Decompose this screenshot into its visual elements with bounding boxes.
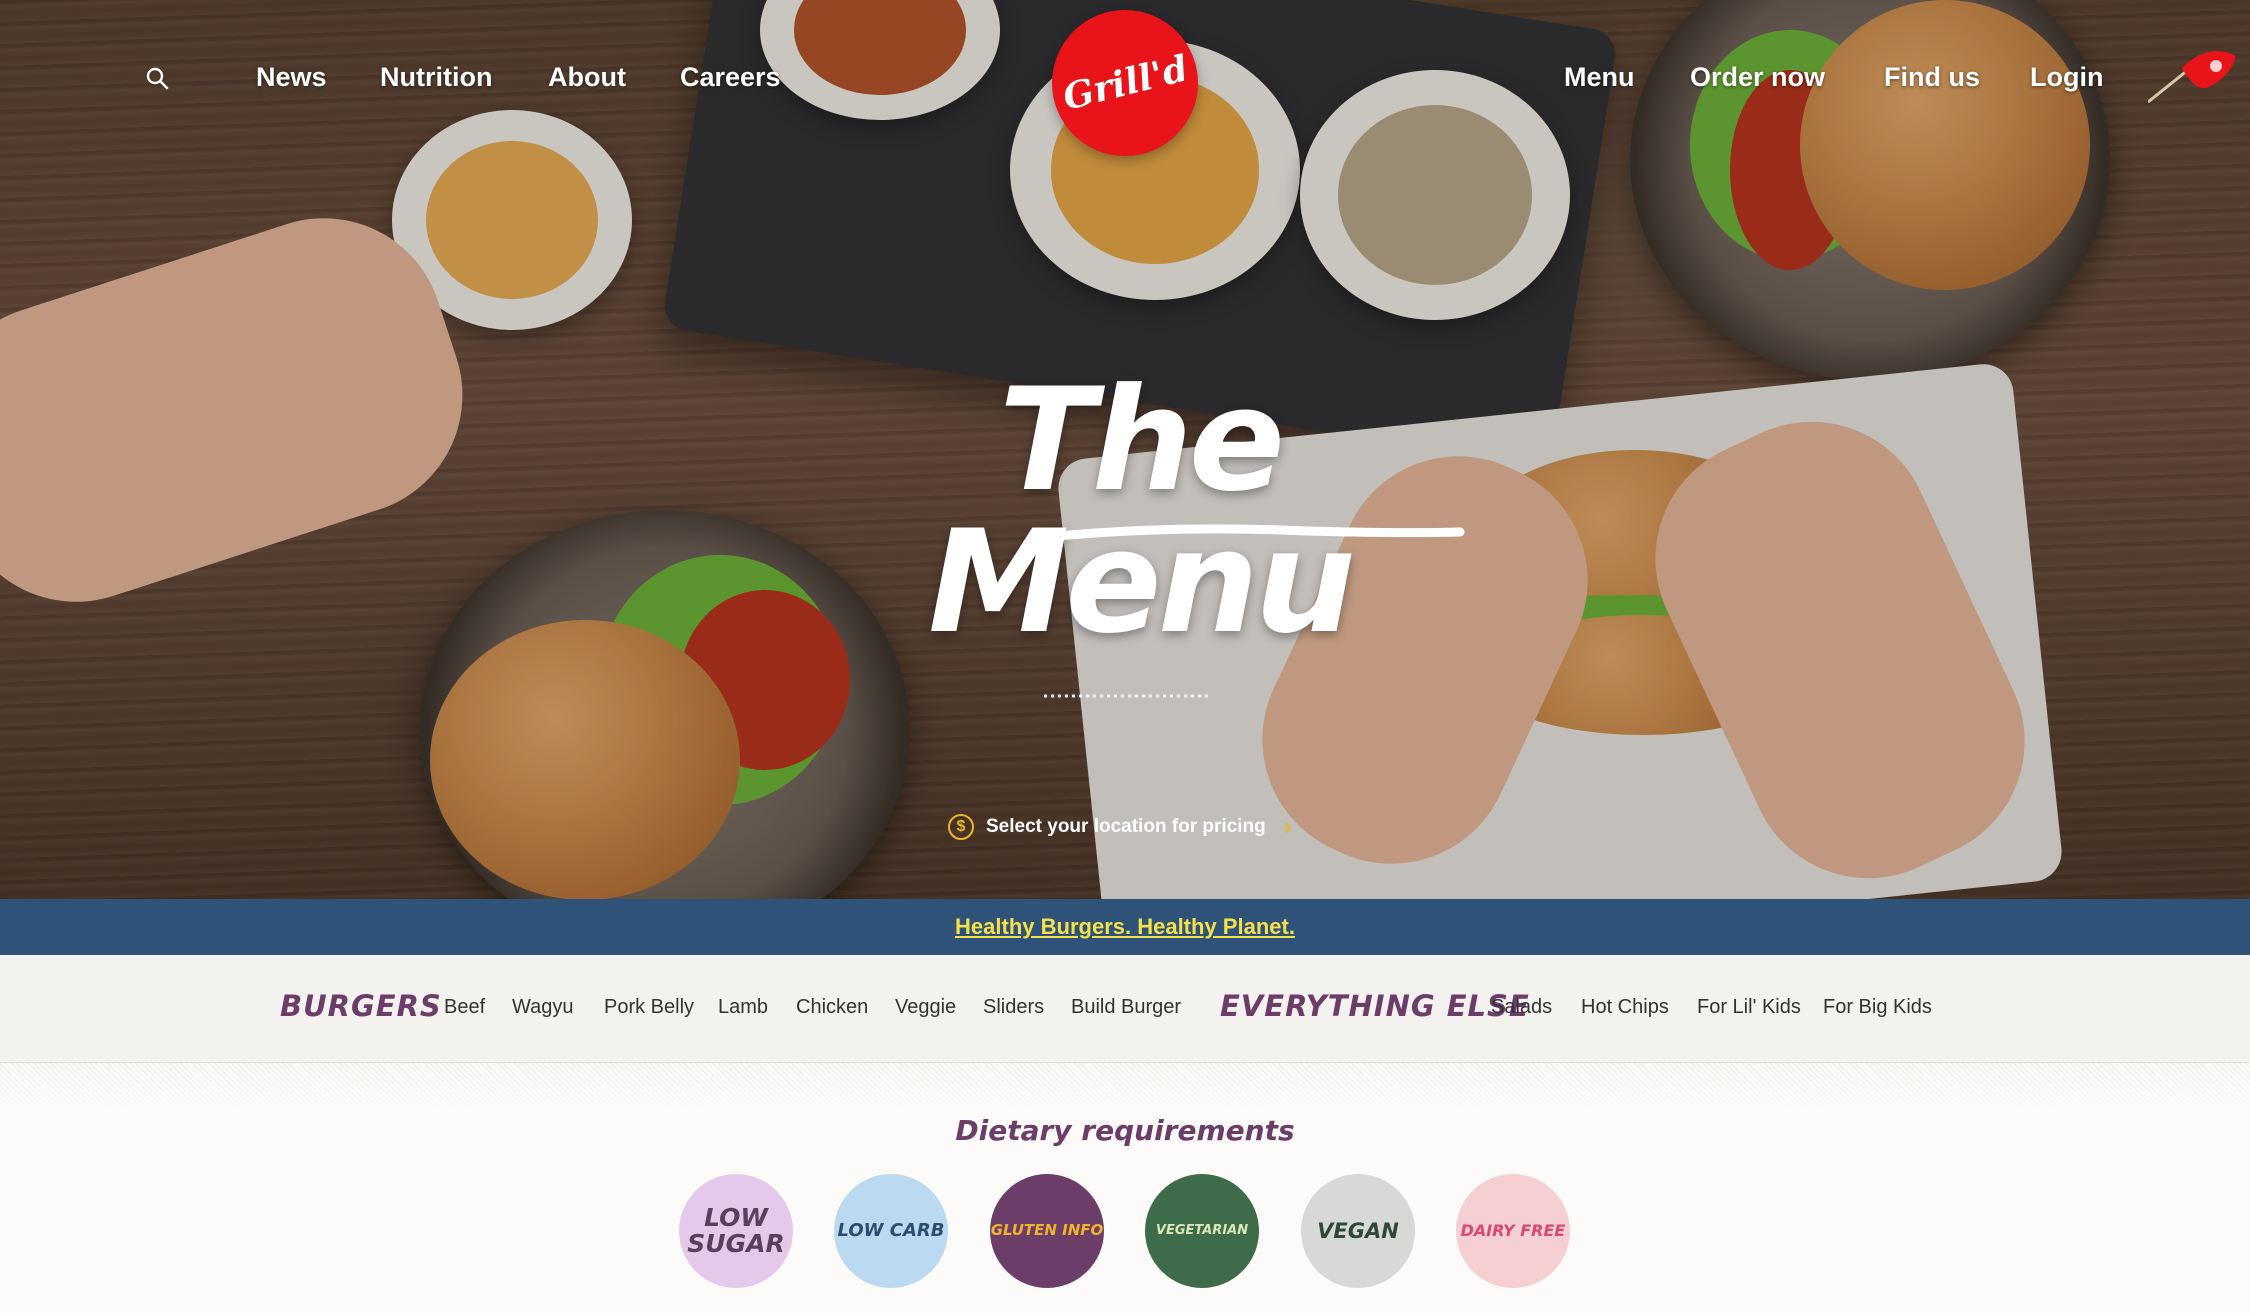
category-item-veggie[interactable]: Veggie xyxy=(895,996,956,1019)
nav-order-now[interactable]: Order now xyxy=(1690,62,1825,93)
category-item-big-kids[interactable]: For Big Kids xyxy=(1823,996,1932,1019)
hero-section: News Nutrition About Careers Grill'd Men… xyxy=(0,0,2250,899)
menu-category-bar: BURGERS Beef Wagyu Pork Belly Lamb Chick… xyxy=(0,955,2250,1063)
carousel-dots xyxy=(1042,694,1208,698)
nav-login[interactable]: Login xyxy=(2030,62,2103,93)
dietary-badge-vegan[interactable]: VEGAN xyxy=(1301,1174,1415,1288)
grilld-logo[interactable]: Grill'd xyxy=(1052,10,1198,156)
badge-label: GLUTEN INFO xyxy=(990,1221,1104,1240)
dietary-badge-gluten-info[interactable]: GLUTEN INFO xyxy=(990,1174,1104,1288)
category-item-pork-belly[interactable]: Pork Belly xyxy=(604,996,694,1019)
category-item-wagyu[interactable]: Wagyu xyxy=(512,996,574,1019)
badge-label: VEGAN xyxy=(1317,1218,1399,1243)
nav-news[interactable]: News xyxy=(256,62,327,93)
dollar-coin-icon: $ xyxy=(948,814,974,840)
logo-text: Grill'd xyxy=(1058,47,1192,119)
promo-banner: Healthy Burgers. Healthy Planet. xyxy=(0,899,2250,955)
chevron-right-icon: › xyxy=(1283,813,1292,840)
flag-icon[interactable] xyxy=(2148,44,2240,104)
category-heading-burgers[interactable]: BURGERS xyxy=(280,989,442,1023)
badge-label: LOW SUGAR xyxy=(687,1202,785,1258)
healthy-burgers-link[interactable]: Healthy Burgers. Healthy Planet. xyxy=(955,914,1295,940)
category-item-salads[interactable]: Salads xyxy=(1491,996,1552,1019)
nav-find-us[interactable]: Find us xyxy=(1884,62,1980,93)
page-title: The Menu xyxy=(928,358,1356,665)
dietary-title: Dietary requirements xyxy=(955,1114,1295,1147)
category-item-lamb[interactable]: Lamb xyxy=(718,996,768,1019)
category-item-hot-chips[interactable]: Hot Chips xyxy=(1581,996,1669,1019)
badge-label: VEGETARIAN xyxy=(1155,1223,1249,1239)
category-item-lil-kids[interactable]: For Lil' Kids xyxy=(1697,996,1801,1019)
pricing-text: Select your location for pricing xyxy=(986,816,1266,837)
category-item-sliders[interactable]: Sliders xyxy=(983,996,1044,1019)
nav-menu[interactable]: Menu xyxy=(1564,62,1635,93)
category-heading-everything-else[interactable]: EVERYTHING ELSE xyxy=(1220,989,1530,1023)
search-icon[interactable] xyxy=(145,66,169,90)
badge-label: LOW CARB xyxy=(837,1219,945,1241)
nav-nutrition[interactable]: Nutrition xyxy=(380,62,492,93)
category-item-chicken[interactable]: Chicken xyxy=(796,996,868,1019)
nav-careers[interactable]: Careers xyxy=(680,62,781,93)
dietary-badge-low-carb[interactable]: LOW CARB xyxy=(834,1174,948,1288)
dietary-section xyxy=(0,1063,2250,1313)
category-item-build-burger[interactable]: Build Burger xyxy=(1071,996,1181,1019)
dietary-badge-vegetarian[interactable]: VEGETARIAN xyxy=(1145,1174,1259,1288)
badge-label: DAIRY FREE xyxy=(1460,1220,1566,1240)
category-item-beef[interactable]: Beef xyxy=(444,996,485,1019)
title-underline-decoration xyxy=(1051,524,1465,541)
dietary-badge-dairy-free[interactable]: DAIRY FREE xyxy=(1456,1174,1570,1288)
dietary-badge-low-sugar[interactable]: LOW SUGAR xyxy=(679,1174,793,1288)
select-location-pricing-link[interactable]: $ Select your location for pricing › xyxy=(948,812,1292,842)
nav-about[interactable]: About xyxy=(548,62,626,93)
